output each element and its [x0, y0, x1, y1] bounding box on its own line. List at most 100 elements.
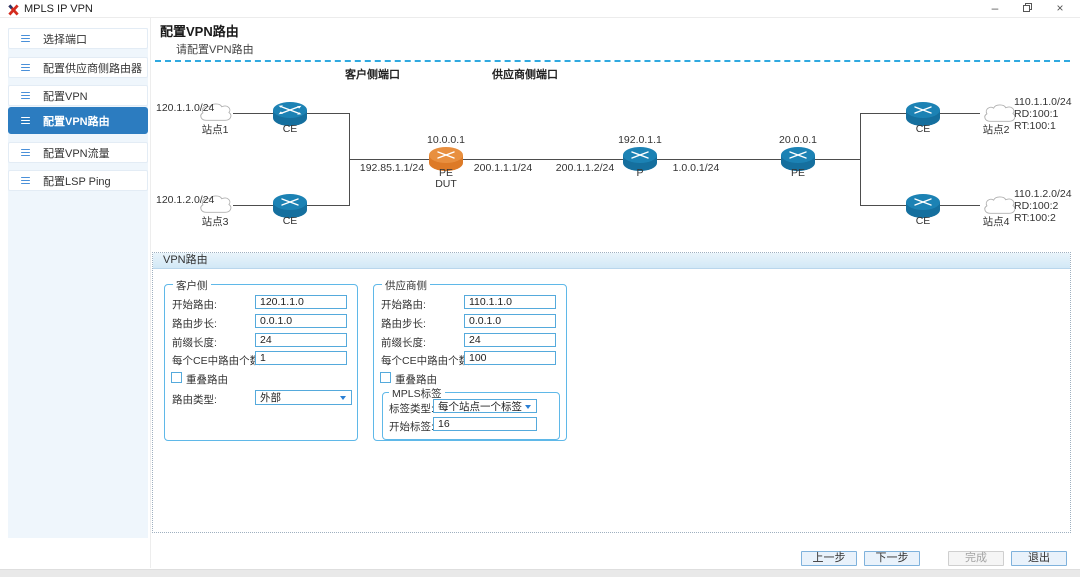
provider-route-step-input[interactable] — [464, 314, 556, 328]
sidebar-item-vpn-route[interactable]: 配置VPN路由 — [8, 107, 148, 134]
field-label: 前缀长度: — [381, 335, 426, 350]
vpn-route-panel: VPN路由 客户侧 开始路由: 路由步长: 前缀长度: 每个CE中路由个数: 重… — [152, 252, 1071, 533]
page-subtitle: 请配置VPN路由 — [176, 41, 254, 57]
customer-route-step-input[interactable] — [255, 314, 347, 328]
label-type-value: 每个站点一个标签 — [438, 399, 522, 414]
sidebar-item-label: 配置VPN流量 — [43, 145, 110, 161]
menu-icon — [21, 62, 30, 73]
sidebar-item-label: 选择端口 — [43, 31, 87, 47]
link-line — [860, 205, 906, 206]
site4-network: 110.1.2.0/24 — [1014, 188, 1072, 200]
customer-port-label: 客户侧端口 — [345, 66, 400, 82]
provider-overlap-checkbox[interactable] — [380, 372, 391, 383]
site4-name: 站点4 — [976, 214, 1016, 229]
sidebar-item-label: 配置VPN — [43, 88, 88, 104]
link-line — [306, 205, 350, 206]
field-label: 每个CE中路由个数: — [172, 353, 263, 368]
link-line — [657, 159, 781, 160]
pe-ip: 20.0.0.1 — [768, 134, 828, 146]
mpls-label-group: MPLS标签 标签类型: 每个站点一个标签 开始标签: — [382, 392, 560, 440]
next-step-button[interactable]: 下一步 — [864, 551, 920, 566]
field-label: 每个CE中路由个数: — [381, 353, 472, 368]
exit-button[interactable]: 退出 — [1011, 551, 1067, 566]
route-type-value: 外部 — [260, 390, 281, 405]
close-button[interactable]: × — [1048, 0, 1072, 18]
site4-rt: RT:100:2 — [1014, 212, 1056, 224]
site2-network: 110.1.1.0/24 — [1014, 96, 1072, 108]
customer-routes-per-ce-input[interactable] — [255, 351, 347, 365]
router-label-ce: CE — [903, 123, 943, 135]
sidebar-item-label: 配置VPN路由 — [43, 113, 110, 129]
site1-network: 120.1.1.0/24 — [156, 102, 214, 114]
link-line — [860, 113, 906, 114]
router-label-ce: CE — [270, 215, 310, 227]
site1-name: 站点1 — [195, 122, 235, 137]
panel-header: VPN路由 — [153, 253, 1070, 269]
bottom-edge-strip — [0, 569, 1080, 577]
field-label: 开始路由: — [172, 297, 217, 312]
customer-side-group: 客户侧 开始路由: 路由步长: 前缀长度: 每个CE中路由个数: 重叠路由 路由… — [164, 284, 358, 441]
sidebar-item-vpn[interactable]: 配置VPN — [8, 85, 148, 106]
overlap-label: 重叠路由 — [395, 372, 437, 387]
router-sublabel-dut: DUT — [416, 178, 476, 190]
field-label: 路由步长: — [172, 316, 217, 331]
sidebar-item-provider-router[interactable]: 配置供应商侧路由器 — [8, 57, 148, 78]
menu-icon — [21, 90, 30, 101]
router-label-ce: CE — [270, 123, 310, 135]
link-label: 200.1.1.1/24 — [463, 162, 543, 174]
maximize-restore-button[interactable] — [1015, 0, 1039, 18]
customer-prefix-length-input[interactable] — [255, 333, 347, 347]
customer-overlap-checkbox[interactable] — [171, 372, 182, 383]
restore-icon — [1023, 5, 1031, 13]
router-label-pe: PE — [768, 167, 828, 179]
customer-start-route-input[interactable] — [255, 295, 347, 309]
site2-name: 站点2 — [976, 122, 1016, 137]
link-line — [860, 113, 861, 206]
sidebar-item-vpn-traffic[interactable]: 配置VPN流量 — [8, 142, 148, 163]
provider-prefix-length-input[interactable] — [464, 333, 556, 347]
link-line — [306, 113, 350, 114]
link-label: 1.0.0.1/24 — [656, 162, 736, 174]
link-line — [233, 205, 274, 206]
link-line — [349, 159, 429, 160]
window-title: MPLS IP VPN — [24, 3, 93, 15]
minimize-button[interactable]: – — [983, 0, 1007, 18]
field-label: 标签类型: — [389, 401, 434, 416]
link-line — [233, 113, 274, 114]
site2-rd: RD:100:1 — [1014, 108, 1058, 120]
provider-port-label: 供应商侧端口 — [492, 66, 558, 82]
sidebar-item-lsp-ping[interactable]: 配置LSP Ping — [8, 170, 148, 191]
site2-rt: RT:100:1 — [1014, 120, 1056, 132]
field-label: 路由步长: — [381, 316, 426, 331]
provider-routes-per-ce-input[interactable] — [464, 351, 556, 365]
router-label-ce: CE — [903, 215, 943, 227]
provider-start-route-input[interactable] — [464, 295, 556, 309]
site3-name: 站点3 — [195, 214, 235, 229]
app-logo-icon — [8, 3, 19, 21]
prev-step-button[interactable]: 上一步 — [801, 551, 857, 566]
sidebar-item-select-port[interactable]: 选择端口 — [8, 28, 148, 49]
field-label: 开始路由: — [381, 297, 426, 312]
page-title: 配置VPN路由 — [160, 21, 239, 40]
finish-button: 完成 — [948, 551, 1004, 566]
sidebar-item-label: 配置LSP Ping — [43, 173, 111, 189]
link-line — [940, 113, 980, 114]
menu-icon — [21, 147, 30, 158]
pe-dut-ip: 10.0.0.1 — [416, 134, 476, 146]
start-label-input[interactable] — [433, 417, 537, 431]
customer-legend: 客户侧 — [173, 278, 211, 293]
provider-legend: 供应商侧 — [382, 278, 430, 293]
field-label: 路由类型: — [172, 392, 217, 407]
site3-network: 120.1.2.0/24 — [156, 194, 214, 206]
overlap-label: 重叠路由 — [186, 372, 228, 387]
link-line — [815, 159, 860, 160]
route-type-select[interactable]: 外部 — [255, 390, 352, 405]
menu-icon — [21, 115, 30, 126]
chevron-down-icon — [340, 396, 346, 400]
p-ip: 192.0.1.1 — [610, 134, 670, 146]
link-line — [940, 205, 980, 206]
wizard-sidebar: 选择端口 配置供应商侧路由器 配置VPN 配置VPN路由 配置VPN流量 配置L… — [8, 28, 148, 538]
label-type-select[interactable]: 每个站点一个标签 — [433, 399, 537, 413]
menu-icon — [21, 175, 30, 186]
title-bar: MPLS IP VPN – × — [0, 0, 1080, 18]
